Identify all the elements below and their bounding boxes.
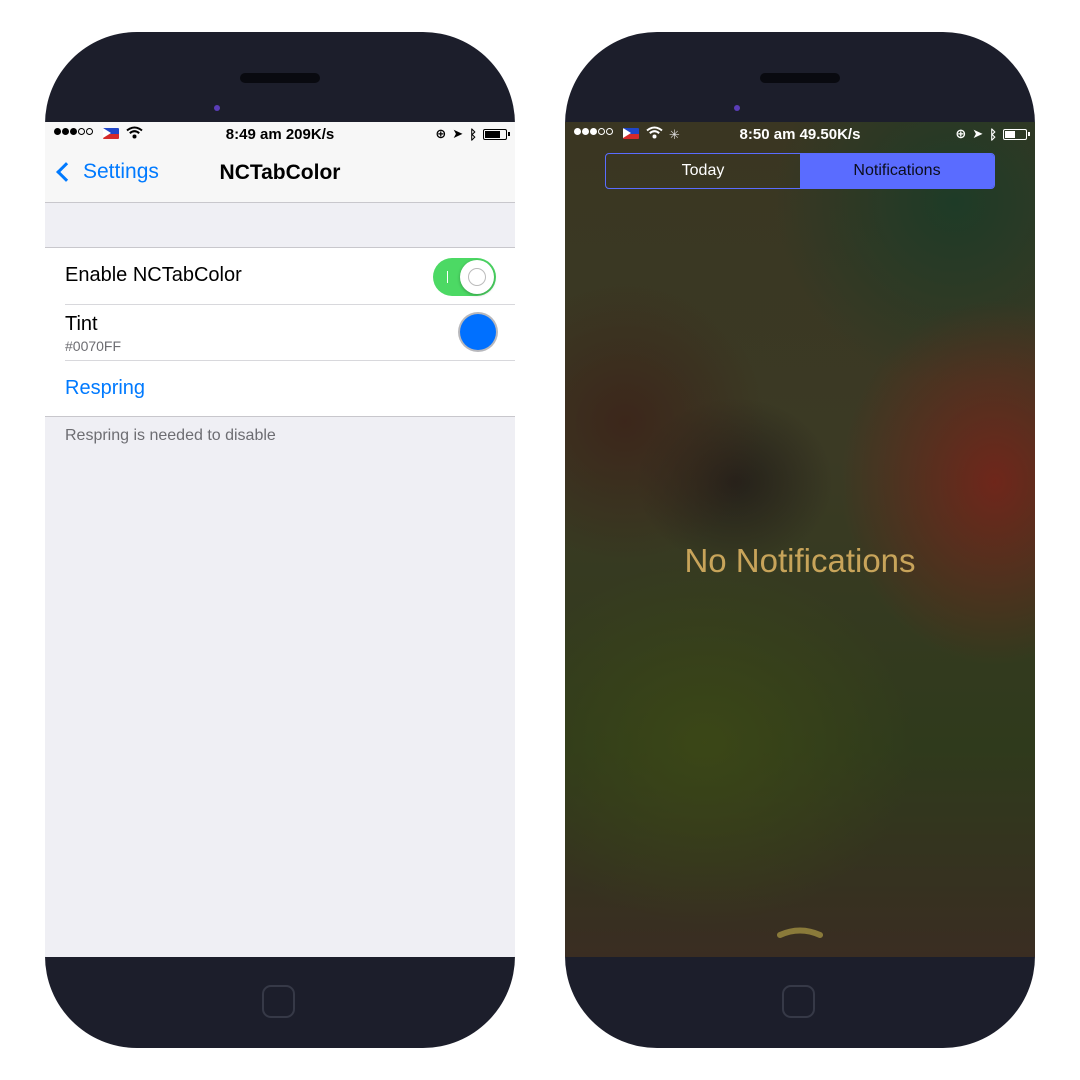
home-button[interactable] [782,985,815,1018]
navigation-bar: Settings NCTabColor [45,148,515,203]
tint-hex-value: #0070FF [65,338,122,354]
front-camera [734,105,740,111]
page-title: NCTabColor [219,161,341,184]
segmented-control: Today Notifications [605,153,995,189]
tint-cell[interactable]: Tint #0070FF [45,304,515,360]
toggle-knob [460,260,494,294]
tab-notifications[interactable]: Notifications [800,154,994,188]
respring-button[interactable]: Respring [65,377,145,400]
home-button[interactable] [262,985,295,1018]
location-arrow-icon: ➤ [452,126,464,141]
battery-icon [483,128,510,140]
status-bar: ✳ 8:50 am 49.50K/s ⊕ ➤ ᛒ [565,122,1035,148]
settings-screen: 8:49 am 209K/s ⊕ ➤ ᛒ Settings NCTabColor… [45,122,515,957]
battery-icon [1003,128,1030,140]
tab-today[interactable]: Today [606,154,800,188]
tint-label: Tint [65,313,98,335]
close-grabber-icon[interactable] [777,925,823,938]
settings-group: Enable NCTabColor Tint #0070FF Respring [45,247,515,417]
rotation-lock-icon: ⊕ [435,126,447,141]
left-phone: 8:49 am 209K/s ⊕ ➤ ᛒ Settings NCTabColor… [45,32,515,1048]
rotation-lock-icon: ⊕ [955,126,967,141]
earpiece-speaker [760,73,840,83]
status-bar: 8:49 am 209K/s ⊕ ➤ ᛒ [45,122,515,148]
notification-center-screen: ✳ 8:50 am 49.50K/s ⊕ ➤ ᛒ Today Notificat… [565,122,1035,957]
enable-cell: Enable NCTabColor [45,248,515,304]
front-camera [214,105,220,111]
group-footer-note: Respring is needed to disable [65,427,276,444]
respring-cell[interactable]: Respring [45,360,515,416]
empty-state-message: No Notifications [684,542,916,579]
enable-toggle[interactable] [433,258,496,296]
right-phone: ✳ 8:50 am 49.50K/s ⊕ ➤ ᛒ Today Notificat… [565,32,1035,1048]
location-arrow-icon: ➤ [972,126,984,141]
earpiece-speaker [240,73,320,83]
tint-color-swatch[interactable] [460,314,496,350]
enable-label: Enable NCTabColor [65,264,242,286]
bluetooth-icon: ᛒ [989,126,997,142]
bluetooth-icon: ᛒ [469,126,477,142]
